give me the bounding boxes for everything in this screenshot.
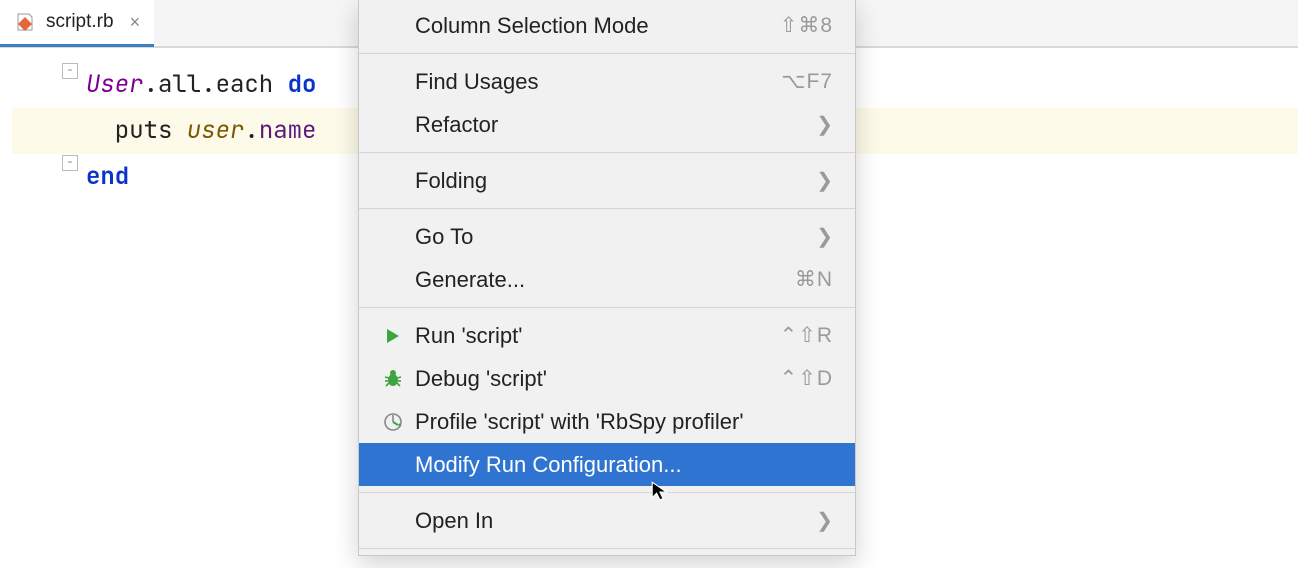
menu-profile[interactable]: Profile 'script' with 'RbSpy profiler' [359,400,855,443]
chevron-right-icon: ❯ [816,508,833,533]
menu-go-to[interactable]: Go To ❯ [359,215,855,258]
fold-toggle-icon[interactable]: − [62,63,78,79]
menu-separator [359,208,855,209]
chevron-right-icon: ❯ [816,168,833,193]
menu-separator [359,492,855,493]
menu-separator [359,152,855,153]
debug-icon [377,369,409,389]
menu-debug[interactable]: Debug 'script' ⌃⇧D [359,357,855,400]
menu-column-selection[interactable]: Column Selection Mode ⇧⌘8 [359,4,855,47]
menu-open-in[interactable]: Open In ❯ [359,499,855,542]
profile-icon [377,412,409,432]
menu-separator [359,53,855,54]
context-menu: Column Selection Mode ⇧⌘8 Find Usages ⌥F… [358,0,856,556]
menu-generate[interactable]: Generate... ⌘N [359,258,855,301]
close-tab-icon[interactable]: × [130,12,141,33]
fold-toggle-icon[interactable]: − [62,155,78,171]
run-icon [377,327,409,345]
menu-separator [359,307,855,308]
chevron-right-icon: ❯ [816,224,833,249]
tab-filename: script.rb [46,11,114,33]
chevron-right-icon: ❯ [816,112,833,137]
editor-tab[interactable]: script.rb × [0,0,154,47]
ruby-file-icon [14,11,36,33]
menu-run[interactable]: Run 'script' ⌃⇧R [359,314,855,357]
menu-modify-run-config[interactable]: Modify Run Configuration... [359,443,855,486]
menu-find-usages[interactable]: Find Usages ⌥F7 [359,60,855,103]
menu-separator [359,548,855,549]
menu-refactor[interactable]: Refactor ❯ [359,103,855,146]
menu-folding[interactable]: Folding ❯ [359,159,855,202]
